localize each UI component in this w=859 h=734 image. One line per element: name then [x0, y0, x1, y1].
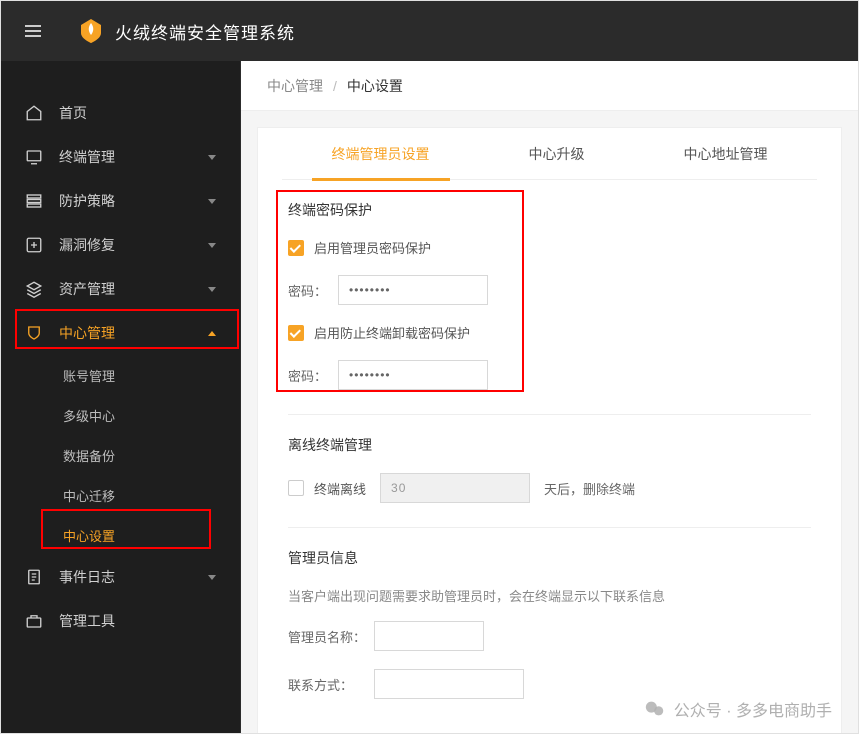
sidebar-subitem-label: 多级中心 — [63, 406, 115, 425]
field-label: 联系方式： — [288, 675, 374, 694]
sidebar-item-label: 防护策略 — [59, 191, 115, 211]
sidebar-subitem-multi-center[interactable]: 多级中心 — [1, 395, 240, 435]
app-header: 火绒终端安全管理系统 — [1, 1, 858, 61]
menu-toggle-button[interactable] — [13, 11, 53, 51]
sidebar-subitem-label: 账号管理 — [63, 366, 115, 385]
field-label: 管理员名称： — [288, 627, 374, 646]
tab-center-upgrade[interactable]: 中心升级 — [509, 128, 605, 180]
sidebar-item-home[interactable]: 首页 — [1, 91, 240, 135]
chevron-down-icon — [208, 155, 216, 160]
sidebar-item-label: 首页 — [59, 103, 87, 123]
sidebar: 首页 终端管理 防护策略 漏洞修复 — [1, 61, 241, 734]
admin-name-input[interactable] — [374, 621, 484, 651]
sidebar-subitem-account-mgmt[interactable]: 账号管理 — [1, 355, 240, 395]
content-card: 终端管理员设置 中心升级 中心地址管理 终端密码保护 启用管 — [257, 127, 842, 734]
section-title: 离线终端管理 — [288, 435, 811, 455]
offline-delete-checkbox[interactable] — [288, 480, 304, 496]
sidebar-item-vuln-fix[interactable]: 漏洞修复 — [1, 223, 240, 267]
chevron-down-icon — [208, 243, 216, 248]
app-title: 火绒终端安全管理系统 — [115, 19, 295, 44]
monitor-icon — [25, 148, 43, 166]
tab-terminal-admin-settings[interactable]: 终端管理员设置 — [312, 128, 450, 180]
admin-contact-input[interactable] — [374, 669, 524, 699]
toolbox-icon — [25, 612, 43, 630]
section-title: 管理员信息 — [288, 548, 811, 568]
field-label: 密码： — [288, 366, 338, 385]
sidebar-subitem-label: 中心迁移 — [63, 486, 115, 505]
sidebar-item-label: 漏洞修复 — [59, 235, 115, 255]
tab-label: 中心地址管理 — [684, 144, 768, 164]
admin-password-input[interactable] — [338, 275, 488, 305]
shield-icon — [25, 324, 43, 342]
chevron-up-icon — [208, 331, 216, 336]
sidebar-subitem-label: 中心设置 — [63, 526, 115, 545]
tab-label: 中心升级 — [529, 144, 585, 164]
layers-icon — [25, 280, 43, 298]
sidebar-subitem-label: 数据备份 — [63, 446, 115, 465]
tab-label: 终端管理员设置 — [332, 144, 430, 164]
admin-password-checkbox[interactable] — [288, 240, 304, 256]
section-title: 终端密码保护 — [288, 200, 811, 220]
tab-center-address-mgmt[interactable]: 中心地址管理 — [664, 128, 788, 180]
tabs: 终端管理员设置 中心升级 中心地址管理 — [282, 128, 817, 180]
sidebar-item-label: 管理工具 — [59, 611, 115, 631]
trailing-label: 天后，删除终端 — [544, 479, 635, 498]
breadcrumb-parent[interactable]: 中心管理 — [267, 76, 323, 96]
plus-box-icon — [25, 236, 43, 254]
main-area: 中心管理 / 中心设置 终端管理员设置 中心升级 中心地址管理 — [241, 61, 858, 734]
sidebar-subitem-center-migrate[interactable]: 中心迁移 — [1, 475, 240, 515]
sidebar-item-terminal-mgmt[interactable]: 终端管理 — [1, 135, 240, 179]
uninstall-password-input[interactable] — [338, 360, 488, 390]
sidebar-item-label: 中心管理 — [59, 323, 115, 343]
chevron-down-icon — [208, 199, 216, 204]
home-icon — [25, 104, 43, 122]
section-password-protection: 终端密码保护 启用管理员密码保护 密码： 启用防止终端卸载密码保护 — [282, 180, 817, 415]
watermark: 公众号 · 多多电商助手 — [644, 697, 832, 721]
sidebar-item-protection-policy[interactable]: 防护策略 — [1, 179, 240, 223]
breadcrumb: 中心管理 / 中心设置 — [241, 61, 858, 111]
checkbox-label: 启用防止终端卸载密码保护 — [314, 323, 470, 342]
sidebar-item-label: 事件日志 — [59, 567, 115, 587]
field-label: 密码： — [288, 281, 338, 300]
logo-area: 火绒终端安全管理系统 — [77, 17, 295, 45]
offline-days-input[interactable] — [380, 473, 530, 503]
help-text: 当客户端出现问题需要求助管理员时，会在终端显示以下联系信息 — [288, 586, 811, 605]
breadcrumb-current: 中心设置 — [347, 76, 403, 96]
sidebar-item-label: 资产管理 — [59, 279, 115, 299]
wechat-icon — [644, 698, 666, 720]
uninstall-password-checkbox[interactable] — [288, 325, 304, 341]
section-admin-info: 管理员信息 当客户端出现问题需要求助管理员时，会在终端显示以下联系信息 管理员名… — [282, 528, 817, 699]
app-body: 首页 终端管理 防护策略 漏洞修复 — [1, 61, 858, 734]
sidebar-subitem-data-backup[interactable]: 数据备份 — [1, 435, 240, 475]
chevron-down-icon — [208, 575, 216, 580]
checkbox-label: 终端离线 — [314, 479, 366, 498]
watermark-text: 公众号 · 多多电商助手 — [674, 697, 832, 721]
sidebar-item-event-log[interactable]: 事件日志 — [1, 555, 240, 599]
section-offline-mgmt: 离线终端管理 终端离线 天后，删除终端 — [282, 415, 817, 528]
app-logo-icon — [77, 17, 105, 45]
sidebar-item-mgmt-tools[interactable]: 管理工具 — [1, 599, 240, 643]
clipboard-icon — [25, 568, 43, 586]
chevron-down-icon — [208, 287, 216, 292]
sidebar-item-center-mgmt[interactable]: 中心管理 — [1, 311, 240, 355]
breadcrumb-separator: / — [333, 78, 337, 94]
hamburger-icon — [25, 25, 41, 37]
checkbox-label: 启用管理员密码保护 — [314, 238, 431, 257]
sidebar-item-label: 终端管理 — [59, 147, 115, 167]
sidebar-subitem-center-settings[interactable]: 中心设置 — [1, 515, 240, 555]
stack-icon — [25, 192, 43, 210]
app-root: 火绒终端安全管理系统 首页 终端管理 — [0, 0, 859, 734]
sidebar-item-asset-mgmt[interactable]: 资产管理 — [1, 267, 240, 311]
